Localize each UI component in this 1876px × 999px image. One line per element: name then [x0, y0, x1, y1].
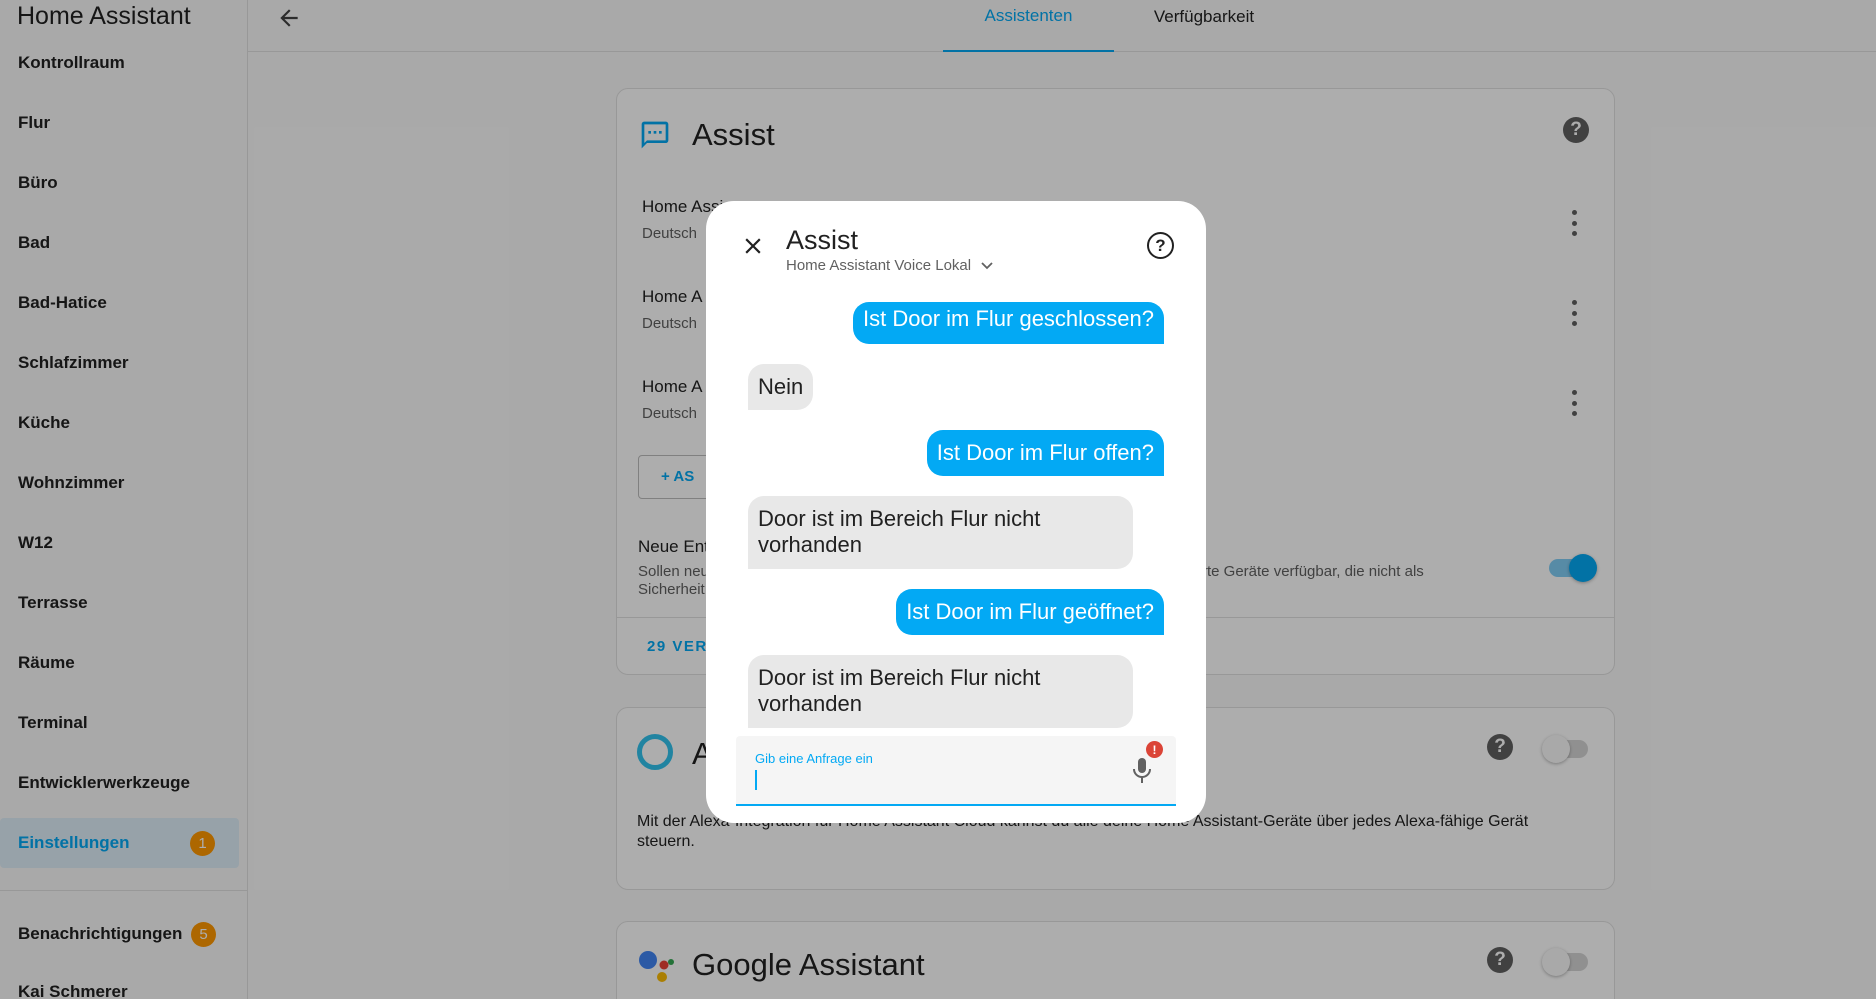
query-input-label: Gib eine Anfrage ein	[755, 751, 873, 766]
close-icon[interactable]	[740, 233, 766, 259]
assistant-message: Door ist im Bereich Flur nicht vorhanden	[748, 496, 1133, 569]
help-icon[interactable]: ?	[1147, 232, 1174, 259]
query-input[interactable]: Gib eine Anfrage ein !	[736, 736, 1176, 806]
microphone-icon[interactable]	[1130, 756, 1154, 786]
pipeline-selector[interactable]: Home Assistant Voice Lokal	[786, 257, 993, 274]
assistant-message: Door ist im Bereich Flur nicht vorhanden	[748, 655, 1133, 728]
user-message: Ist Door im Flur geschlossen?	[853, 302, 1164, 344]
chevron-down-icon	[981, 257, 993, 274]
assistant-message: Nein	[748, 364, 814, 410]
assist-dialog: Assist Home Assistant Voice Lokal ? Ist …	[706, 201, 1206, 823]
text-caret	[755, 770, 757, 790]
dialog-title: Assist	[786, 225, 859, 255]
user-message: Ist Door im Flur offen?	[926, 430, 1164, 476]
pipeline-selector-label: Home Assistant Voice Lokal	[786, 257, 972, 274]
error-badge: !	[1146, 741, 1163, 758]
user-message: Ist Door im Flur geöffnet?	[896, 589, 1164, 635]
